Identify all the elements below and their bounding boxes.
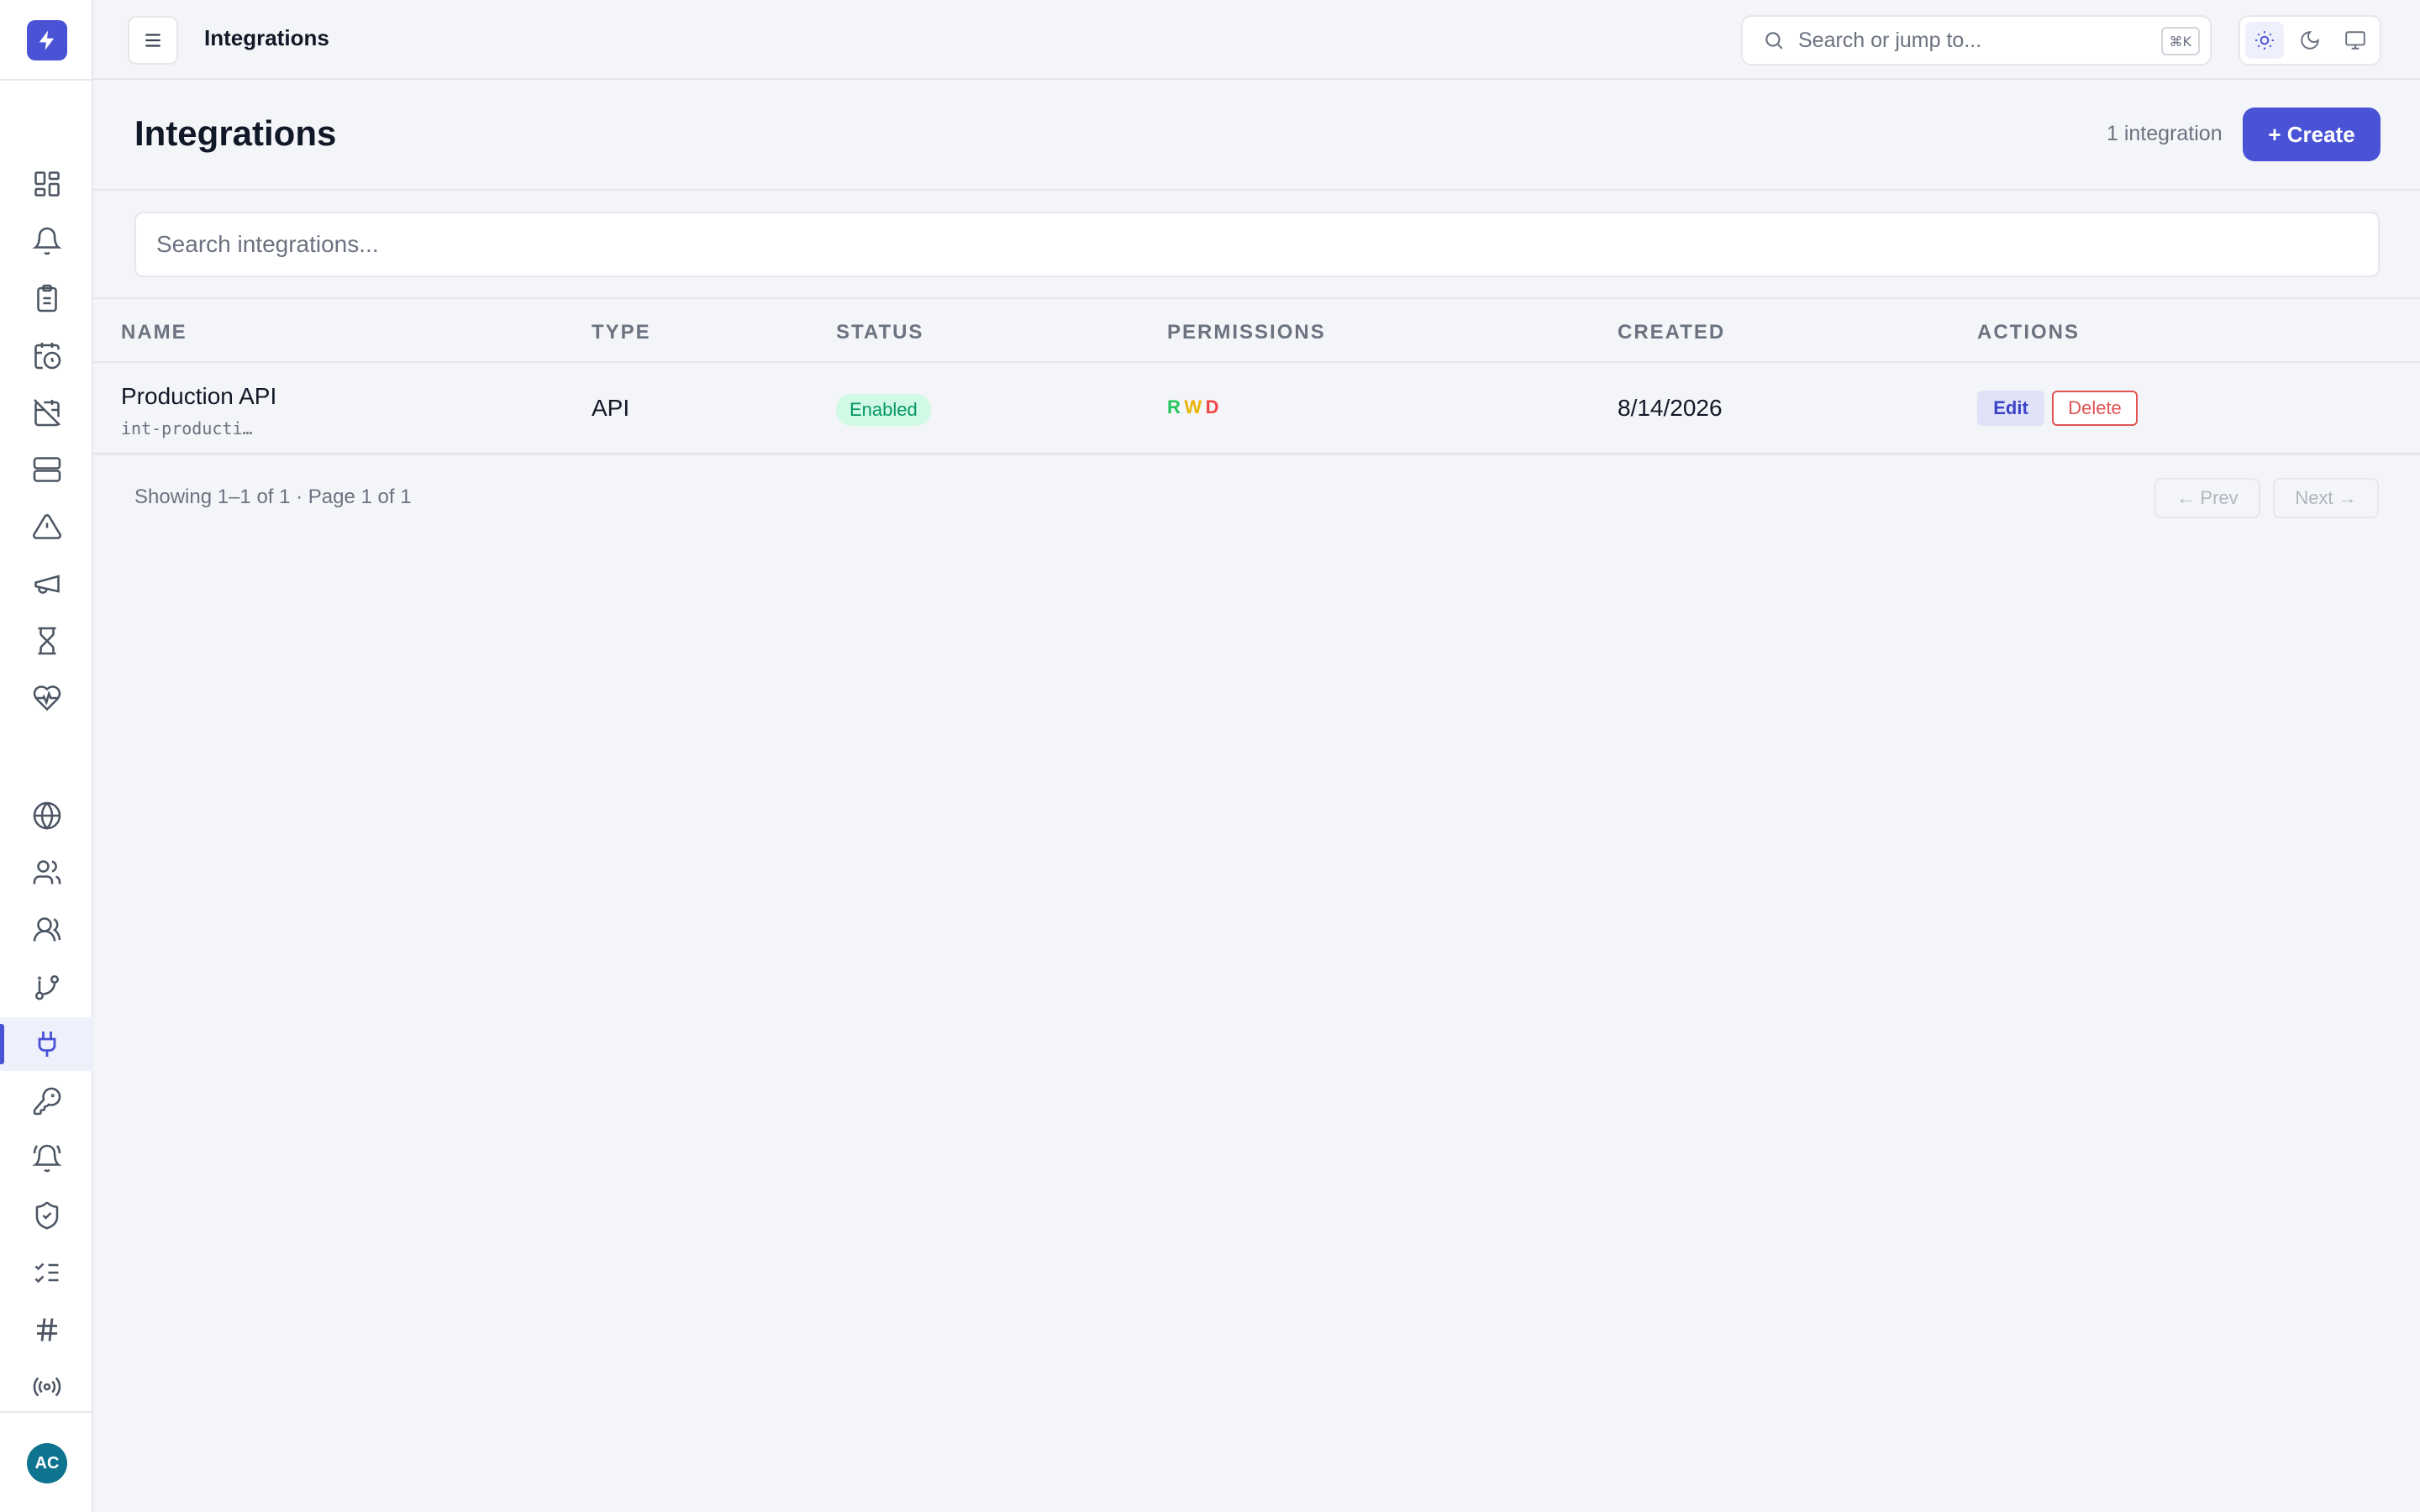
app-logo[interactable]: [27, 20, 67, 60]
lightning-icon: [39, 30, 55, 50]
permissions-cell: R W D: [1167, 396, 1218, 418]
sidebar-item-broadcast[interactable]: [0, 1360, 93, 1414]
sidebar-item-servers[interactable]: [0, 443, 93, 496]
sidebar-divider: [0, 1411, 93, 1413]
integration-name[interactable]: Production API: [121, 383, 276, 410]
sidebar-item-global[interactable]: [0, 789, 93, 843]
table-row[interactable]: Production API int-producti… API Enabled…: [93, 363, 2420, 455]
megaphone-icon: [34, 575, 60, 594]
git-branch-icon: [34, 974, 59, 1000]
moon-icon: [2301, 31, 2319, 50]
sidebar-item-workflows[interactable]: [0, 960, 93, 1014]
hash-icon: [36, 1318, 57, 1341]
monitor-icon: [2345, 31, 2365, 50]
top-bar: Integrations Search or jump to... ⌘K: [93, 0, 2420, 80]
permission-read: R: [1167, 396, 1181, 417]
created-cell: 8/14/2026: [1618, 395, 1723, 421]
system-theme-button[interactable]: [2336, 22, 2375, 59]
type-cell: API: [592, 395, 630, 421]
sidebar-item-checklists[interactable]: [0, 1246, 93, 1299]
heart-pulse-icon: [33, 685, 60, 711]
table-header: NAME TYPE STATUS PERMISSIONS CREATED ACT…: [93, 297, 2420, 363]
sidebar-item-teams[interactable]: [0, 903, 93, 957]
hourglass-icon: [38, 627, 55, 655]
sidebar-item-alerts[interactable]: [0, 500, 93, 554]
sidebar-item-users[interactable]: [0, 846, 93, 900]
edit-button[interactable]: Edit: [1977, 391, 2044, 426]
plug-icon: [38, 1032, 55, 1057]
bell-icon: [31, 227, 62, 255]
hamburger-icon: [145, 34, 160, 47]
sidebar-item-tasks[interactable]: [0, 271, 93, 325]
column-header-name[interactable]: NAME: [121, 321, 187, 344]
sidebar-item-dashboard[interactable]: [0, 157, 93, 211]
sidebar-item-notification-rules[interactable]: [0, 1131, 93, 1185]
column-header-created[interactable]: CREATED: [1618, 321, 1725, 344]
team-icon: [33, 917, 60, 942]
server-icon: [33, 457, 60, 482]
sidebar-item-health[interactable]: [0, 671, 93, 725]
calendar-clock-icon: [34, 343, 60, 370]
sidebar-item-maintenance[interactable]: [0, 386, 93, 439]
list-checks-icon: [34, 1263, 58, 1284]
clipboard-icon: [36, 284, 57, 312]
integration-count: 1 integration: [2107, 122, 2223, 145]
sidebar-item-channels[interactable]: [0, 1303, 93, 1357]
theme-switcher: [2238, 15, 2381, 66]
status-badge: Enabled: [836, 394, 931, 426]
sidebar-item-integrations[interactable]: [0, 1017, 93, 1071]
delete-button[interactable]: Delete: [2052, 391, 2138, 426]
user-avatar[interactable]: AC: [27, 1443, 67, 1483]
next-page-button[interactable]: Next →: [2273, 478, 2379, 518]
sidebar-item-notifications[interactable]: [0, 214, 93, 268]
users-icon: [33, 860, 60, 885]
global-search-input[interactable]: Search or jump to... ⌘K: [1741, 15, 2212, 66]
global-search-placeholder: Search or jump to...: [1798, 28, 1982, 52]
permission-delete: D: [1205, 396, 1219, 417]
shortcut-hint: ⌘K: [2160, 27, 2200, 55]
page-header: Integrations 1 integration + Create: [93, 80, 2420, 191]
permission-write: W: [1184, 396, 1202, 417]
light-theme-button[interactable]: [2245, 22, 2284, 59]
search-integrations-input[interactable]: [134, 212, 2380, 277]
alert-triangle-icon: [32, 514, 61, 539]
shield-check-icon: [35, 1201, 58, 1230]
sidebar: AC: [0, 0, 93, 1512]
column-header-actions: ACTIONS: [1977, 321, 2080, 344]
globe-icon: [33, 801, 60, 830]
name-cell: Production API int-producti…: [121, 383, 276, 438]
page-title: Integrations: [134, 113, 337, 153]
actions-cell: Edit Delete: [1977, 391, 2145, 428]
dashboard-icon: [34, 171, 60, 197]
sidebar-item-announcements[interactable]: [0, 557, 93, 611]
bell-ring-icon: [31, 1144, 62, 1173]
column-header-permissions[interactable]: PERMISSIONS: [1167, 321, 1326, 344]
menu-toggle-button[interactable]: [128, 16, 178, 65]
broadcast-icon: [33, 1377, 60, 1397]
sidebar-item-schedules[interactable]: [0, 328, 93, 382]
sidebar-item-timers[interactable]: [0, 614, 93, 668]
dark-theme-button[interactable]: [2291, 22, 2329, 59]
breadcrumb-title: Integrations: [204, 25, 329, 50]
sidebar-item-security[interactable]: [0, 1189, 93, 1242]
prev-page-button[interactable]: ← Prev: [2154, 478, 2260, 518]
sidebar-item-api-keys[interactable]: [0, 1074, 93, 1128]
sun-icon: [2255, 31, 2274, 50]
key-icon: [33, 1087, 60, 1116]
integrations-table: NAME TYPE STATUS PERMISSIONS CREATED ACT…: [93, 297, 2420, 455]
search-icon: [1765, 32, 1783, 50]
column-header-status[interactable]: STATUS: [836, 321, 923, 344]
column-header-type[interactable]: TYPE: [592, 321, 651, 344]
calendar-off-icon: [33, 399, 60, 427]
create-button[interactable]: + Create: [2243, 108, 2381, 161]
pagination-summary: Showing 1–1 of 1 · Page 1 of 1: [134, 486, 412, 508]
sidebar-divider: [0, 79, 93, 81]
integration-id: int-producti…: [121, 418, 253, 438]
status-cell: Enabled: [836, 394, 931, 426]
